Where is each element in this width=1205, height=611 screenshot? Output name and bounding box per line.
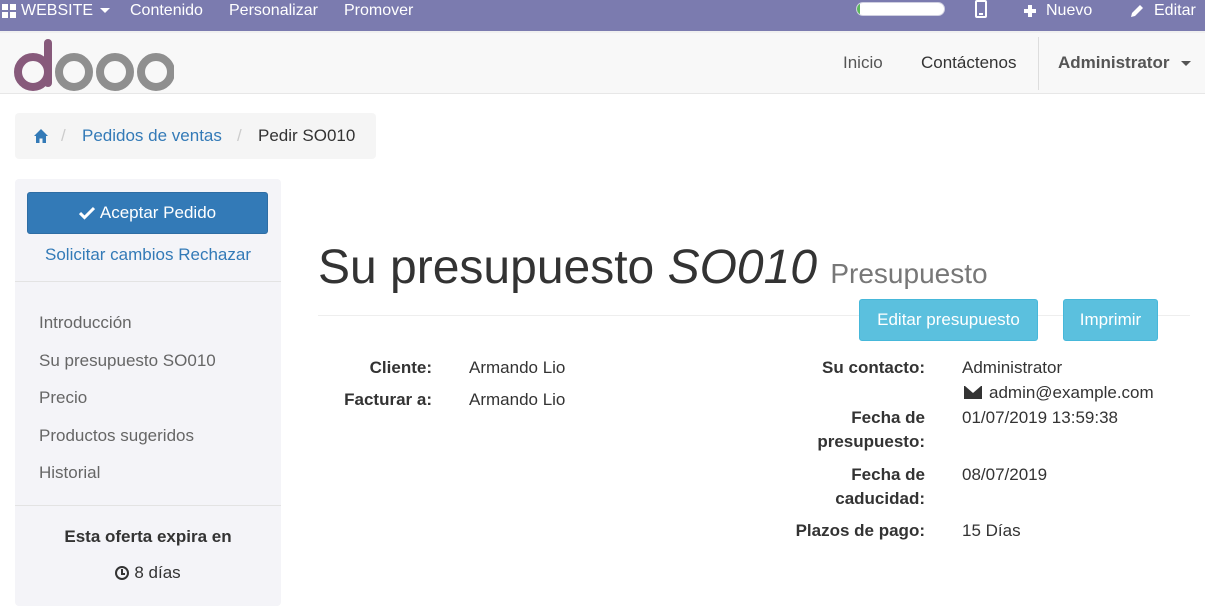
contact-label: Su contacto:: [822, 358, 925, 377]
home-icon[interactable]: [33, 128, 49, 144]
contact-email-text: admin@example.com: [989, 383, 1154, 402]
accept-order-label: Aceptar Pedido: [99, 203, 217, 222]
sidebar-divider: [15, 281, 281, 282]
plus-icon: [1024, 4, 1036, 17]
website-menu-label: WEBSITE: [21, 1, 94, 19]
breadcrumb: / Pedidos de ventas / Pedir SO010: [15, 113, 376, 159]
progress-fill: [857, 3, 860, 15]
expiry-date-label-line1: Fecha de: [851, 465, 925, 484]
onboarding-progress-bar[interactable]: [856, 2, 945, 16]
odoo-logo[interactable]: [14, 37, 175, 93]
user-name: Administrator: [1058, 53, 1170, 72]
request-changes-link[interactable]: Solicitar cambios: [45, 245, 174, 264]
expiry-date-value: 08/07/2019: [962, 465, 1048, 484]
expiry-date-label: Fecha de caducidad:: [835, 463, 925, 511]
title-prefix: Su presupuesto: [318, 241, 655, 294]
breadcrumb-sales-orders[interactable]: Pedidos de ventas: [82, 126, 222, 146]
odoo-logo-image: [14, 39, 175, 91]
nav-home[interactable]: Inicio: [843, 53, 883, 73]
expiry-countdown: 8 días: [15, 563, 281, 583]
mobile-preview-icon[interactable]: [975, 0, 987, 18]
customer-value: Armando Lio: [469, 358, 566, 377]
breadcrumb-separator: /: [237, 126, 242, 145]
pencil-icon: [1131, 4, 1143, 17]
new-button-label: Nuevo: [1046, 1, 1093, 19]
toc-item-suggested-products[interactable]: Productos sugeridos: [39, 426, 194, 446]
customer-label: Cliente:: [369, 358, 432, 377]
apps-grid-icon: [2, 3, 16, 18]
quote-state: Presupuesto: [830, 258, 988, 289]
toc-item-price[interactable]: Precio: [39, 388, 87, 408]
envelope-icon: [964, 386, 982, 399]
admin-bar: WEBSITE Contenido Personalizar Promover …: [0, 0, 1205, 31]
reject-link[interactable]: Rechazar: [178, 245, 251, 264]
website-menu[interactable]: WEBSITE: [2, 0, 111, 21]
check-icon: [78, 206, 95, 220]
quote-sidebar: Aceptar Pedido Solicitar cambios Rechaza…: [15, 179, 281, 606]
quote-date-label-line1: Fecha de: [851, 408, 925, 427]
page-title: Su presupuesto SO010 Presupuesto: [318, 240, 988, 295]
site-header: Inicio Contáctenos Administrator: [0, 31, 1205, 94]
menu-content[interactable]: Contenido: [130, 0, 203, 21]
payment-terms-value: 15 Días: [962, 521, 1021, 540]
quote-date-label-line2: presupuesto:: [817, 432, 925, 451]
quote-action-links: Solicitar cambios Rechazar: [15, 245, 281, 265]
breadcrumb-current: Pedir SO010: [258, 126, 356, 145]
caret-down-icon: [1181, 61, 1192, 67]
quote-date-label: Fecha de presupuesto:: [817, 406, 925, 454]
menu-customize[interactable]: Personalizar: [229, 0, 318, 21]
clock-icon: [115, 566, 130, 580]
edit-quote-button[interactable]: Editar presupuesto: [859, 299, 1038, 341]
menu-promote[interactable]: Promover: [344, 0, 413, 21]
user-menu[interactable]: Administrator: [1058, 53, 1192, 73]
toc-item-quote[interactable]: Su presupuesto SO010: [39, 351, 216, 371]
payment-terms-label: Plazos de pago:: [795, 521, 925, 540]
contact-email[interactable]: admin@example.com: [964, 381, 1154, 405]
print-button[interactable]: Imprimir: [1063, 299, 1158, 341]
accept-order-button[interactable]: Aceptar Pedido: [27, 192, 268, 234]
invoice-to-label: Facturar a:: [344, 390, 432, 409]
sidebar-divider: [15, 505, 281, 506]
title-divider: [318, 315, 1190, 316]
expiry-days: 8 días: [134, 563, 181, 582]
breadcrumb-separator: /: [61, 126, 66, 145]
caret-down-icon: [100, 8, 111, 13]
toc-item-introduction[interactable]: Introducción: [39, 313, 132, 333]
quote-date-value: 01/07/2019 13:59:38: [962, 408, 1118, 427]
edit-button[interactable]: Editar: [1129, 0, 1196, 21]
expiry-date-label-line2: caducidad:: [835, 489, 925, 508]
new-button[interactable]: Nuevo: [1024, 0, 1092, 21]
edit-button-label: Editar: [1154, 1, 1196, 19]
nav-contact[interactable]: Contáctenos: [921, 53, 1016, 73]
contact-value: Administrator: [962, 358, 1063, 377]
invoice-to-value: Armando Lio: [469, 390, 566, 409]
quote-reference: SO010: [667, 241, 818, 294]
toc-item-history[interactable]: Historial: [39, 463, 100, 483]
nav-divider: [1038, 37, 1039, 90]
expiry-title: Esta oferta expira en: [64, 527, 232, 546]
